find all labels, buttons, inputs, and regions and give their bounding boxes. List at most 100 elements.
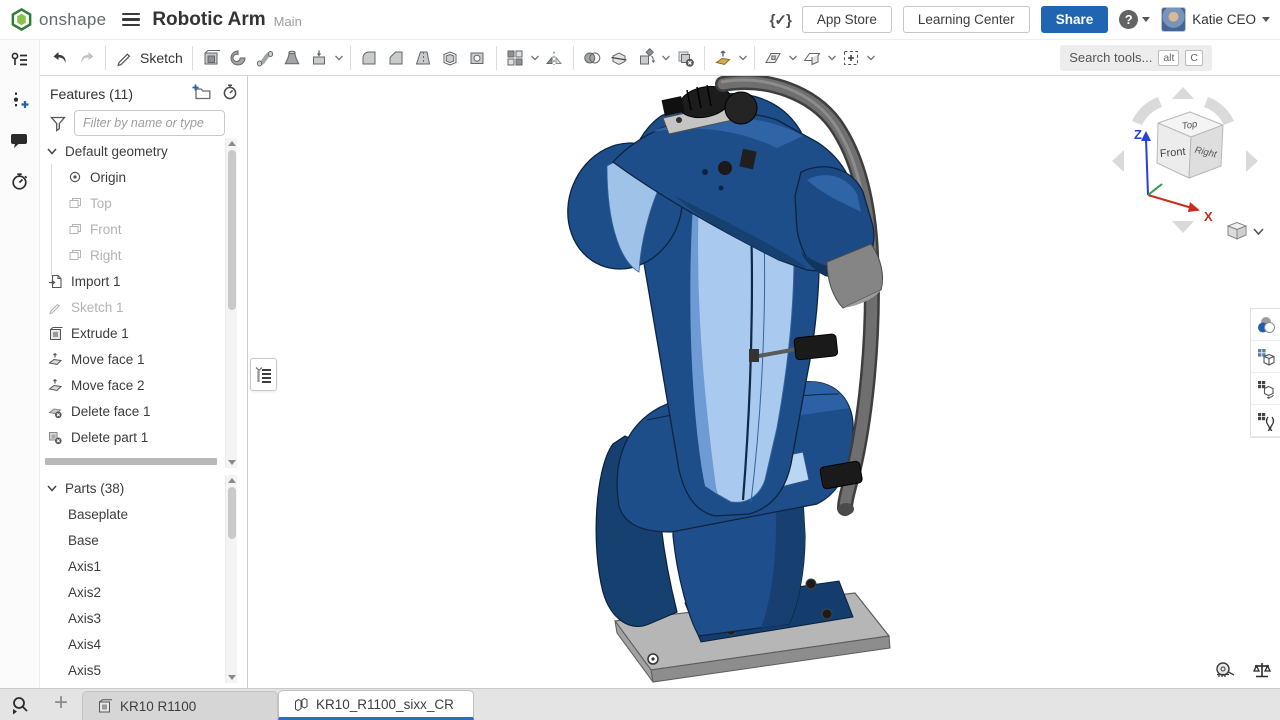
parts-scrollbar[interactable] (225, 475, 237, 683)
help-icon[interactable]: ? (1119, 10, 1138, 29)
delete-part-button[interactable] (672, 44, 699, 72)
loft-button[interactable] (279, 44, 306, 72)
scrollbar-thumb[interactable] (228, 150, 236, 310)
feature-list-manager-icon[interactable] (7, 48, 33, 74)
feature-item-extrude-1[interactable]: Extrude 1 (40, 320, 226, 346)
display-states-button[interactable] (1251, 341, 1280, 373)
selection-group-dropdown[interactable] (865, 44, 877, 72)
plane-button[interactable] (760, 44, 787, 72)
sketch-button[interactable]: Sketch (111, 48, 187, 68)
transform-button[interactable] (633, 44, 660, 72)
section-view-button[interactable] (799, 44, 826, 72)
chevron-down-icon[interactable] (46, 145, 58, 157)
selection-tools-button[interactable] (838, 44, 865, 72)
filter-icon[interactable] (49, 114, 67, 132)
help-menu[interactable]: ? (1119, 10, 1150, 29)
boss-group-dropdown[interactable] (333, 44, 345, 72)
feature-item-right-plane[interactable]: Right (40, 242, 226, 268)
scrollbar-thumb[interactable] (228, 487, 236, 539)
graphics-viewport[interactable]: Top Front Right Z X (248, 76, 1280, 688)
onshape-logo[interactable]: onshape (10, 8, 106, 31)
rollback-bar[interactable] (45, 458, 217, 465)
pattern-group-dropdown[interactable] (529, 44, 541, 72)
linear-pattern-button[interactable] (502, 44, 529, 72)
rollback-history-icon[interactable] (221, 83, 239, 106)
document-menu-icon[interactable] (122, 10, 140, 30)
split-button[interactable] (606, 44, 633, 72)
part-item-baseplate[interactable]: Baseplate (40, 501, 226, 527)
transform-group-dropdown[interactable] (660, 44, 672, 72)
viewcube-front-label[interactable]: Front (1159, 146, 1186, 160)
feature-item-delete-face-1[interactable]: Delete face 1 (40, 398, 226, 424)
document-title[interactable]: Robotic Arm (152, 9, 265, 31)
measure-button[interactable] (1214, 661, 1236, 684)
learning-center-button[interactable]: Learning Center (903, 6, 1030, 33)
feature-item-front-plane[interactable]: Front (40, 216, 226, 242)
extrude-button[interactable] (198, 44, 225, 72)
direct-edit-group-dropdown[interactable] (737, 44, 749, 72)
search-tools[interactable]: Search tools... alt C (1060, 45, 1212, 71)
part-item-axis1[interactable]: Axis1 (40, 553, 226, 579)
construction-group-dropdown[interactable] (787, 44, 799, 72)
app-store-button[interactable]: App Store (802, 6, 892, 33)
scroll-down-icon[interactable] (228, 460, 236, 465)
roll-ccw-arrow[interactable] (1132, 97, 1162, 125)
configurations-button[interactable] (1251, 373, 1280, 405)
feature-item-move-face-2[interactable]: Move face 2 (40, 372, 226, 398)
draft-button[interactable] (410, 44, 437, 72)
feature-item-move-face-1[interactable]: Move face 1 (40, 346, 226, 372)
features-scrollbar[interactable] (225, 138, 237, 468)
feature-item-delete-part-1[interactable]: Delete part 1 (40, 424, 226, 450)
user-menu[interactable]: Katie CEO (1161, 7, 1270, 32)
sweep-button[interactable] (252, 44, 279, 72)
parts-group-header[interactable]: Parts (38) (40, 475, 226, 501)
undo-button[interactable] (46, 44, 73, 72)
robot-arm-model[interactable] (555, 76, 915, 688)
rotate-right-arrow[interactable] (1246, 150, 1258, 172)
share-button[interactable]: Share (1041, 6, 1109, 33)
feature-flyout-toggle[interactable] (250, 358, 277, 391)
insert-here-icon[interactable] (7, 88, 33, 114)
part-item-axis3[interactable]: Axis3 (40, 605, 226, 631)
scroll-up-icon[interactable] (228, 478, 236, 483)
filter-input[interactable] (74, 110, 225, 136)
view-group-dropdown[interactable] (826, 44, 838, 72)
rotate-down-arrow[interactable] (1172, 221, 1194, 233)
scroll-down-icon[interactable] (228, 675, 236, 680)
feature-item-origin[interactable]: Origin (40, 164, 226, 190)
part-item-base[interactable]: Base (40, 527, 226, 553)
feature-item-import-1[interactable]: Import 1 (40, 268, 226, 294)
tab-kr10-r1100[interactable]: KR10 R1100 (82, 691, 278, 720)
search-tabs-button[interactable] (0, 689, 40, 720)
mass-properties-button[interactable] (1252, 661, 1272, 684)
view-mode-caret-icon[interactable] (1254, 229, 1263, 234)
part-item-axis4[interactable]: Axis4 (40, 631, 226, 657)
thicken-button[interactable] (306, 44, 333, 72)
revolve-button[interactable] (225, 44, 252, 72)
scroll-up-icon[interactable] (228, 141, 236, 146)
feature-item-top-plane[interactable]: Top (40, 190, 226, 216)
fillet-button[interactable] (356, 44, 383, 72)
featurescript-api-icon[interactable]: {✓} (770, 11, 791, 29)
chevron-down-icon[interactable] (46, 482, 58, 494)
history-icon[interactable] (7, 168, 33, 194)
hole-button[interactable] (464, 44, 491, 72)
new-folder-icon[interactable] (191, 83, 211, 106)
feature-item-sketch-1[interactable]: Sketch 1 (40, 294, 226, 320)
custom-tables-button[interactable] (1251, 405, 1280, 437)
appearance-panel-button[interactable] (1251, 309, 1280, 341)
part-item-axis5[interactable]: Axis5 (40, 657, 226, 683)
redo-button[interactable] (73, 44, 100, 72)
feature-group-default-geometry[interactable]: Default geometry (40, 138, 226, 164)
boolean-button[interactable] (579, 44, 606, 72)
avatar[interactable] (1161, 7, 1186, 32)
move-face-button[interactable] (710, 44, 737, 72)
workspace-name[interactable]: Main (274, 10, 302, 29)
shell-button[interactable] (437, 44, 464, 72)
chamfer-button[interactable] (383, 44, 410, 72)
part-item-axis2[interactable]: Axis2 (40, 579, 226, 605)
rotate-up-arrow[interactable] (1172, 87, 1194, 99)
tab-kr10-r1100-sixx-cr[interactable]: KR10_R1100_sixx_CR (278, 690, 474, 720)
add-tab-button[interactable]: + (40, 689, 82, 720)
mirror-button[interactable] (541, 44, 568, 72)
